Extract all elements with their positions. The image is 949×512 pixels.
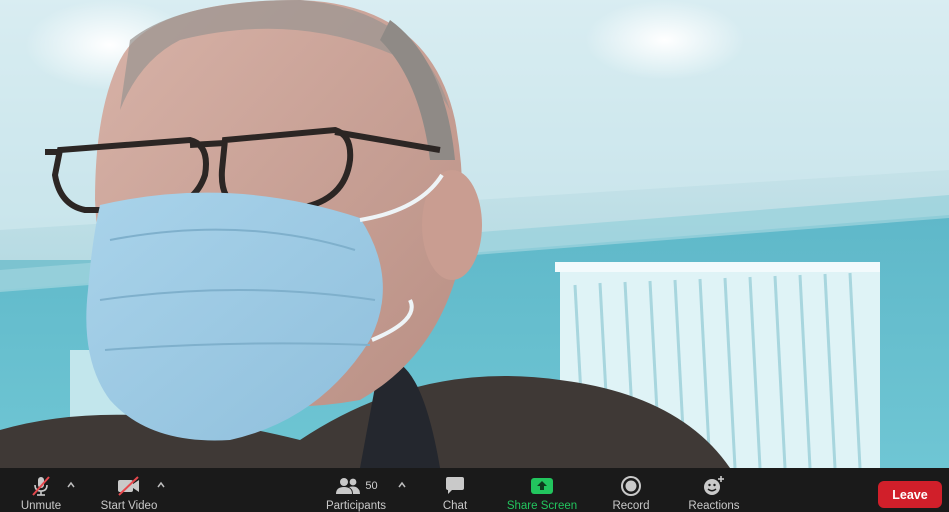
blinds-rail	[555, 262, 880, 272]
participants-options-caret[interactable]	[397, 480, 407, 490]
chat-label: Chat	[442, 500, 468, 512]
share-screen-label: Share Screen	[506, 500, 578, 512]
record-button[interactable]: Record	[607, 468, 655, 512]
share-screen-button[interactable]: Share Screen	[500, 468, 584, 512]
video-frame-illustration	[0, 0, 949, 468]
video-camera-off-icon	[114, 474, 144, 498]
start-video-button[interactable]: Start Video	[94, 468, 164, 512]
ceiling-light	[585, 0, 745, 80]
chevron-up-icon	[398, 481, 406, 488]
chevron-up-icon	[67, 481, 75, 488]
microphone-muted-icon	[26, 474, 56, 498]
zoom-meeting-window: Unmute Start Video 50 Participants Chat …	[0, 0, 949, 512]
leave-button[interactable]: Leave	[878, 481, 942, 508]
participant-video-feed[interactable]	[0, 0, 949, 468]
unmute-button[interactable]: Unmute	[14, 468, 68, 512]
start-video-label: Start Video	[100, 500, 158, 512]
share-screen-icon	[527, 474, 557, 498]
participants-icon	[336, 478, 361, 494]
chat-button[interactable]: Chat	[438, 468, 472, 512]
reactions-icon	[699, 474, 729, 498]
unmute-label: Unmute	[20, 500, 62, 512]
reactions-button[interactable]: Reactions	[683, 468, 745, 512]
reactions-label: Reactions	[688, 500, 740, 512]
chat-bubble-icon	[440, 474, 470, 498]
participants-count: 50	[365, 480, 378, 492]
chevron-up-icon	[157, 481, 165, 488]
record-icon	[616, 474, 646, 498]
record-label: Record	[612, 500, 650, 512]
participants-button[interactable]: 50 Participants	[318, 468, 394, 512]
meeting-toolbar: Unmute Start Video 50 Participants Chat …	[0, 468, 949, 512]
participants-icon-group: 50	[326, 474, 386, 498]
video-options-caret[interactable]	[156, 480, 166, 490]
audio-options-caret[interactable]	[66, 480, 76, 490]
participants-label: Participants	[325, 500, 387, 512]
